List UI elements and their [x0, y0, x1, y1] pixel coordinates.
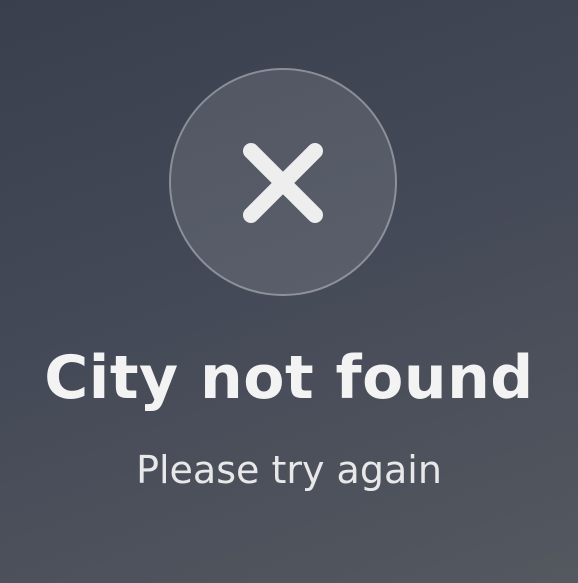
- error-screen: City not found Please try again: [0, 0, 578, 583]
- close-icon: [243, 143, 323, 223]
- error-icon-circle: [169, 68, 397, 296]
- error-title: City not found: [44, 343, 534, 413]
- error-message: Please try again: [136, 448, 442, 492]
